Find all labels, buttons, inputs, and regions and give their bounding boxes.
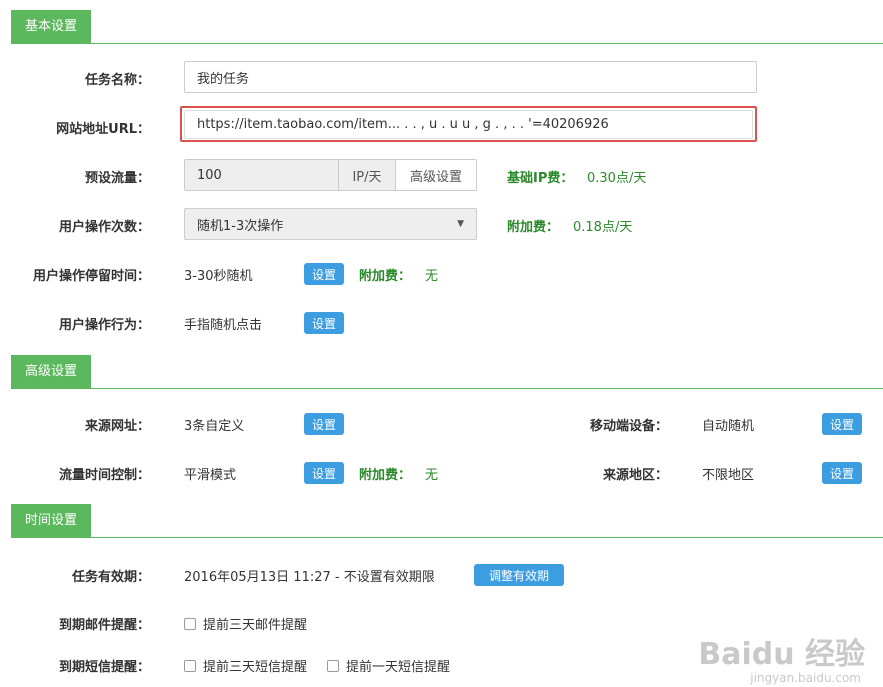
source-url-set-button[interactable]: 设置 [304,413,344,435]
traffic-label: 预设流量： [84,171,150,186]
mobile-device-set-button[interactable]: 设置 [822,413,862,435]
section-time-title: 时间设置 [11,504,92,537]
stay-fee-label: 附加费： [359,269,412,284]
region-value: 不限地区 [702,468,755,483]
section-advanced: 高级设置 [11,355,883,389]
traffic-unit-addon: IP/天 [338,159,396,191]
watermark-url: jingyan.baidu.com [750,671,861,685]
section-time: 时间设置 [11,504,883,538]
base-ip-fee-value: 0.30点/天 [587,171,647,186]
task-name-input[interactable]: 我的任务 [184,61,757,93]
traffic-advanced-button[interactable]: 高级设置 [395,159,477,191]
ops-count-label: 用户操作次数： [58,220,150,235]
validity-value: 2016年05月13日 11:27 - 不设置有效期限 [184,570,435,585]
traffic-input[interactable]: 100 [184,159,339,191]
checkbox-icon [184,659,196,672]
flow-fee-value: 无 [425,468,439,483]
email-3day-checkbox[interactable]: 提前三天邮件提醒 [184,614,307,633]
caret-down-icon: ▼ [457,219,464,229]
ops-count-select[interactable]: 随机1-3次操作 ▼ [184,208,477,240]
sms-1day-checkbox[interactable]: 提前一天短信提醒 [327,656,450,675]
base-ip-fee-label: 基础IP费： [507,171,574,186]
stay-time-label: 用户操作停留时间： [32,269,150,284]
email-3day-label: 提前三天邮件提醒 [203,618,308,633]
mobile-device-label: 移动端设备： [589,419,668,434]
region-set-button[interactable]: 设置 [822,462,862,484]
behavior-set-button[interactable]: 设置 [304,312,344,334]
sms-1day-label: 提前一天短信提醒 [346,660,451,675]
region-label: 来源地区： [602,468,668,483]
section-basic-title: 基本设置 [11,10,92,43]
checkbox-icon [184,617,196,630]
flow-time-label: 流量时间控制： [58,468,150,483]
sms-3day-checkbox[interactable]: 提前三天短信提醒 [184,656,307,675]
stay-time-set-button[interactable]: 设置 [304,263,344,285]
source-url-label: 来源网址： [84,419,150,434]
baidu-jingyan-watermark: Baidu 经验 [698,637,865,672]
flow-fee-label: 附加费： [359,468,412,483]
section-basic: 基本设置 [11,10,883,44]
url-input[interactable]: https://item.taobao.com/item... . . , u … [184,110,753,139]
adjust-validity-button[interactable]: 调整有效期 [474,564,564,586]
ops-count-selected: 随机1-3次操作 [197,218,284,234]
stay-fee-value: 无 [425,269,439,284]
sms-reminder-label: 到期短信提醒： [58,660,150,675]
ops-fee-label: 附加费： [507,220,560,235]
checkbox-icon [327,659,339,672]
validity-label: 任务有效期： [71,570,150,585]
url-label: 网站地址URL： [56,122,150,137]
section-advanced-title: 高级设置 [11,355,92,388]
behavior-value: 手指随机点击 [184,318,263,333]
behavior-label: 用户操作行为： [58,318,150,333]
task-name-label: 任务名称： [84,73,150,88]
email-reminder-label: 到期邮件提醒： [58,618,150,633]
ops-fee-value: 0.18点/天 [573,220,633,235]
mobile-device-value: 自动随机 [702,419,755,434]
stay-time-value: 3-30秒随机 [184,269,253,284]
flow-time-set-button[interactable]: 设置 [304,462,344,484]
source-url-value: 3条自定义 [184,419,245,434]
sms-3day-label: 提前三天短信提醒 [203,660,308,675]
flow-time-value: 平滑模式 [184,468,237,483]
